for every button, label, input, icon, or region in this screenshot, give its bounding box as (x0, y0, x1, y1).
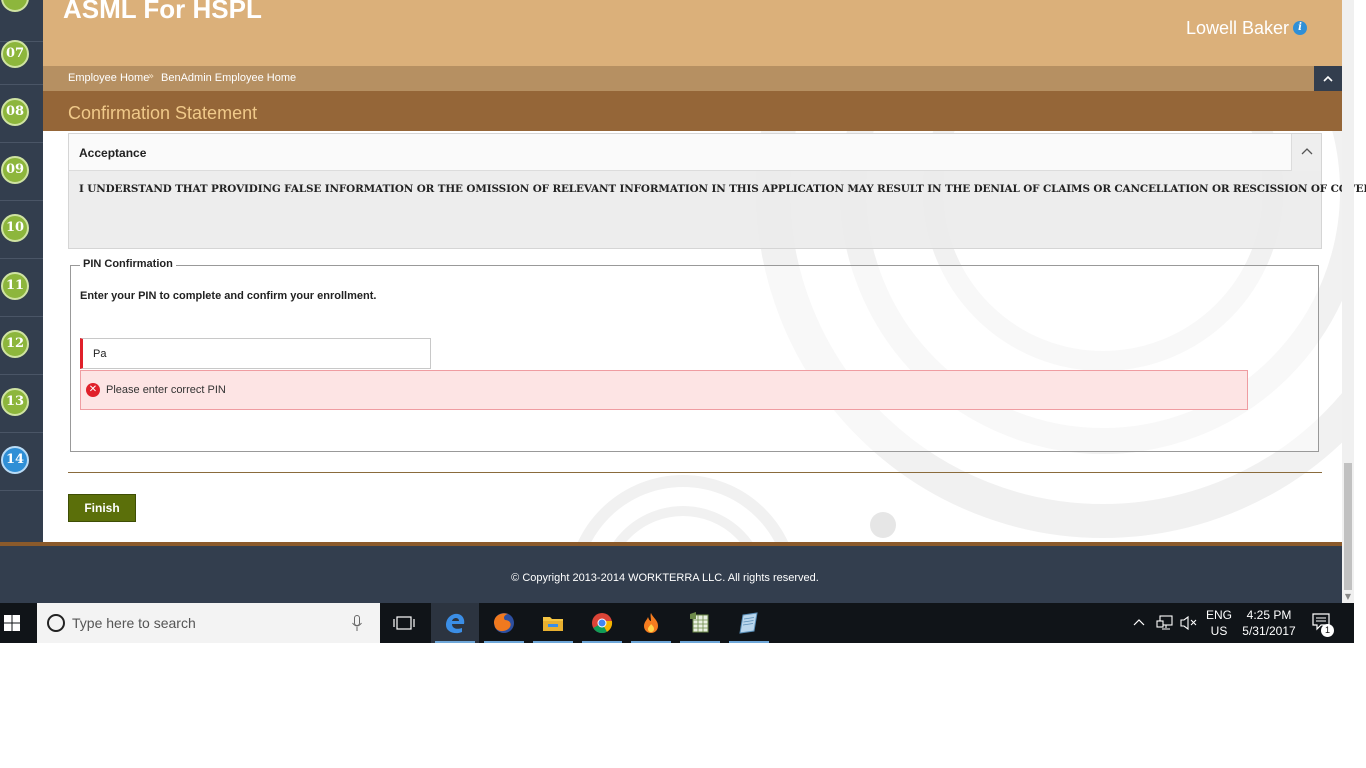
folder-icon (543, 617, 563, 631)
step-number-current: 14 (1, 446, 29, 474)
page-title: Confirmation Statement (68, 103, 258, 123)
microphone-icon[interactable] (352, 615, 362, 632)
running-indicator (729, 641, 769, 643)
clock-time: 4:25 PM (1246, 608, 1292, 622)
user-name[interactable]: Lowell Baker (1186, 18, 1289, 39)
footer: © Copyright 2013-2014 WORKTERRA LLC. All… (0, 546, 1342, 603)
start-button[interactable] (0, 603, 37, 643)
step-item-11[interactable]: 11 (0, 259, 43, 317)
pin-confirmation-legend: PIN Confirmation (80, 258, 176, 270)
running-indicator (631, 641, 671, 643)
acceptance-title: Acceptance (79, 146, 147, 160)
pin-input[interactable] (80, 338, 431, 369)
page-title-bar: Confirmation Statement (43, 91, 1342, 131)
taskbar-search-box[interactable]: Type here to search (37, 603, 380, 643)
running-indicator (484, 641, 524, 643)
finish-button[interactable]: Finish (68, 494, 136, 522)
edge-icon (446, 613, 465, 634)
step-circle (1, 0, 29, 12)
step-number: 08 (1, 98, 29, 126)
step-number: 11 (1, 272, 29, 300)
info-icon[interactable]: i (1293, 21, 1307, 35)
cortana-icon (47, 614, 65, 632)
breadcrumb: Employee Home » BenAdmin Employee Home (43, 66, 1342, 91)
pin-error-text: Please enter correct PIN (106, 384, 226, 396)
lang-code: ENG (1205, 608, 1232, 622)
step-item-14[interactable]: 14 (0, 433, 43, 491)
flame-icon (644, 613, 658, 633)
taskbar-clock[interactable]: 4:25 PM 5/31/2017 (1238, 607, 1300, 639)
scrollbar-thumb[interactable] (1344, 463, 1352, 590)
volume-muted-icon[interactable] (1180, 615, 1198, 631)
running-indicator (582, 641, 622, 643)
spreadsheet-icon (690, 612, 709, 633)
step-item-07[interactable]: 07 (0, 27, 43, 85)
notification-count-badge: 1 (1321, 624, 1334, 637)
app-title: ASML For HSPL (63, 0, 262, 24)
windows-logo-icon (4, 615, 20, 631)
acceptance-header[interactable]: Acceptance (69, 134, 1291, 171)
notepad-icon (739, 612, 758, 634)
step-number: 07 (1, 40, 29, 68)
acceptance-statement: I UNDERSTAND THAT PROVIDING FALSE INFORM… (79, 183, 1366, 195)
show-hidden-icons-chevron-icon[interactable] (1133, 615, 1145, 629)
step-number: 12 (1, 330, 29, 358)
pin-instruction: Enter your PIN to complete and confirm y… (80, 290, 377, 302)
breadcrumb-benadmin-employee-home[interactable]: BenAdmin Employee Home (161, 72, 296, 84)
flame-app-button[interactable] (627, 603, 675, 643)
acceptance-panel: Acceptance I UNDERSTAND THAT PROVIDING F… (68, 133, 1366, 249)
search-placeholder: Type here to search (72, 615, 196, 631)
file-explorer-app-button[interactable] (529, 603, 577, 643)
pin-error-message: ✕ Please enter correct PIN (80, 370, 1248, 410)
screen: 07 08 09 10 11 12 13 14 ASML For HSPL Lo… (0, 0, 1366, 768)
copyright-text: © Copyright 2013-2014 WORKTERRA LLC. All… (511, 572, 819, 584)
chrome-icon (592, 613, 613, 634)
chevron-up-icon (1323, 75, 1333, 82)
scroll-down-arrow-icon[interactable]: ▼ (1342, 590, 1354, 603)
task-view-icon[interactable] (392, 615, 416, 631)
chevron-up-icon (1301, 148, 1312, 155)
running-indicator (680, 641, 720, 643)
breadcrumb-separator-icon: » (148, 71, 155, 82)
app-header: ASML For HSPL Lowell Baker i (43, 0, 1342, 66)
input-language-indicator[interactable]: ENG US (1205, 607, 1233, 639)
step-item-09[interactable]: 09 (0, 143, 43, 201)
step-item-08[interactable]: 08 (0, 85, 43, 143)
step-item-10[interactable]: 10 (0, 201, 43, 259)
collapse-header-button[interactable] (1314, 66, 1342, 91)
step-number: 10 (1, 214, 29, 242)
notepad-app-button[interactable] (725, 603, 773, 643)
acceptance-collapse-button[interactable] (1291, 134, 1321, 171)
clock-date: 5/31/2017 (1242, 624, 1296, 638)
step-number: 09 (1, 156, 29, 184)
firefox-app-button[interactable] (480, 603, 528, 643)
page-scrollbar[interactable]: ▼ (1342, 0, 1354, 603)
error-x-icon: ✕ (86, 383, 100, 397)
windows-taskbar: Type here to search ENG US 4:25 PM 5/31/… (0, 603, 1354, 643)
running-indicator (533, 641, 573, 643)
active-indicator (435, 641, 475, 643)
divider (68, 472, 1322, 473)
step-sidebar: 07 08 09 10 11 12 13 14 (0, 0, 43, 542)
step-item-13[interactable]: 13 (0, 375, 43, 433)
network-icon[interactable] (1156, 615, 1174, 631)
step-number: 13 (1, 388, 29, 416)
region-code: US (1210, 624, 1228, 638)
firefox-icon (494, 613, 514, 633)
edge-app-button[interactable] (431, 603, 479, 643)
chrome-app-button[interactable] (578, 603, 626, 643)
spreadsheet-app-button[interactable] (676, 603, 724, 643)
step-item-12[interactable]: 12 (0, 317, 43, 375)
breadcrumb-employee-home[interactable]: Employee Home (68, 72, 149, 84)
